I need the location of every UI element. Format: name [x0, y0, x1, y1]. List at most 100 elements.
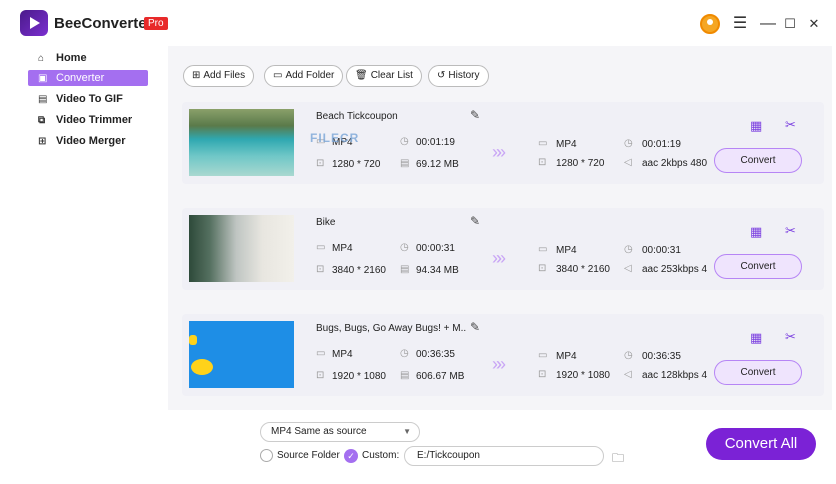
- filesize-icon: ▤: [400, 158, 410, 169]
- scissors-icon[interactable]: ✂: [785, 329, 796, 345]
- sidebar-item-home[interactable]: ⌂ Home: [28, 50, 148, 66]
- settings-icon[interactable]: ▦: [750, 330, 762, 346]
- file-name: Bike: [316, 217, 336, 228]
- output-resolution: 3840 * 2160: [556, 264, 610, 275]
- output-duration: 00:36:35: [642, 351, 681, 362]
- sidebar: ⌂ Home ▣ Converter ▤ Video To GIF ⧉ Video Tr…: [0, 46, 168, 484]
- output-audio: aac 128kbps 4: [642, 370, 708, 381]
- format-icon: ▭: [538, 350, 548, 361]
- app-logo-icon: [20, 10, 48, 36]
- pro-badge: Pro: [144, 17, 168, 30]
- sidebar-item-label: Home: [56, 52, 87, 64]
- watermark: FILECR: [310, 131, 360, 145]
- source-duration: 00:36:35: [416, 349, 455, 360]
- format-icon: ▭: [538, 138, 548, 149]
- settings-icon[interactable]: ▦: [750, 224, 762, 240]
- home-icon: ⌂: [38, 53, 45, 64]
- convert-arrow-icon: »»: [492, 248, 506, 268]
- convert-button[interactable]: Convert: [714, 254, 802, 279]
- edit-icon[interactable]: ✎: [470, 320, 480, 334]
- folder-icon[interactable]: 🗀: [612, 449, 624, 470]
- clear-list-button[interactable]: 🗑 Clear List: [346, 65, 422, 87]
- output-format: MP4: [556, 139, 577, 150]
- merge-icon: ⊞: [38, 136, 47, 147]
- sidebar-item-video-merger[interactable]: ⊞ Video Merger: [28, 133, 148, 149]
- sidebar-item-label: Video To GIF: [56, 93, 123, 105]
- convert-arrow-icon: »»: [492, 142, 506, 162]
- clock-icon: ◷: [400, 136, 409, 147]
- edit-icon[interactable]: ✎: [470, 214, 480, 228]
- source-size: 94.34 MB: [416, 265, 459, 276]
- maximize-icon[interactable]: ☐: [780, 14, 800, 34]
- chevron-down-icon: ▼: [403, 427, 411, 436]
- convert-button[interactable]: Convert: [714, 360, 802, 385]
- convert-all-button[interactable]: Convert All: [706, 428, 816, 460]
- convert-arrow-icon: »»: [492, 354, 506, 374]
- video-thumbnail[interactable]: [189, 109, 294, 176]
- output-resolution: 1920 * 1080: [556, 370, 610, 381]
- sidebar-item-label: Converter: [56, 72, 105, 84]
- output-format-select[interactable]: MP4 Same as source ▼: [260, 422, 420, 442]
- sidebar-item-label: Video Trimmer: [56, 114, 133, 126]
- add-file-icon: ⊞: [192, 70, 201, 81]
- clock-icon: ◷: [624, 244, 633, 255]
- file-name: Bugs, Bugs, Go Away Bugs! + M...: [316, 323, 466, 334]
- output-format: MP4: [556, 245, 577, 256]
- video-thumbnail[interactable]: [189, 215, 294, 282]
- duck-icon: [189, 335, 197, 345]
- resolution-icon: ⊡: [316, 370, 325, 381]
- history-button[interactable]: ↺ History: [428, 65, 489, 87]
- add-folder-icon: ▭: [273, 70, 283, 81]
- audio-icon: ◁: [624, 263, 632, 274]
- source-duration: 00:01:19: [416, 137, 455, 148]
- clear-list-label: Clear List: [370, 70, 413, 81]
- history-label: History: [448, 70, 480, 81]
- sidebar-item-converter[interactable]: ▣ Converter: [28, 70, 148, 86]
- scissors-icon[interactable]: ✂: [785, 223, 796, 239]
- file-card: Bike ✎ ▭ MP4 ◷ 00:00:31 ⊡ 3840 * 2160 ▤ …: [182, 208, 824, 290]
- output-resolution: 1280 * 720: [556, 158, 605, 169]
- source-resolution: 1920 * 1080: [332, 371, 386, 382]
- close-icon[interactable]: ✕: [804, 14, 824, 34]
- source-size: 69.12 MB: [416, 159, 459, 170]
- output-duration: 00:00:31: [642, 245, 681, 256]
- resolution-icon: ⊡: [538, 369, 547, 380]
- title-bar: BeeConverter Pro ☰ — ☐ ✕: [0, 0, 836, 46]
- account-icon[interactable]: [700, 14, 720, 34]
- format-icon: ▭: [316, 348, 326, 359]
- output-path-field[interactable]: E:/Tickcoupon: [404, 446, 604, 466]
- source-format: MP4: [332, 243, 353, 254]
- clock-icon: ◷: [624, 350, 633, 361]
- filesize-icon: ▤: [400, 370, 410, 381]
- add-files-button[interactable]: ⊞ Add Files: [183, 65, 255, 87]
- resolution-icon: ⊡: [316, 264, 325, 275]
- menu-icon[interactable]: ☰: [730, 14, 750, 34]
- settings-icon[interactable]: ▦: [750, 118, 762, 134]
- resolution-icon: ⊡: [538, 263, 547, 274]
- edit-icon[interactable]: ✎: [470, 108, 480, 122]
- trim-icon: ⧉: [38, 115, 46, 126]
- output-duration: 00:01:19: [642, 139, 681, 150]
- source-format: MP4: [332, 349, 353, 360]
- minimize-icon[interactable]: —: [758, 14, 778, 34]
- clock-icon: ◷: [624, 138, 633, 149]
- sidebar-item-video-to-gif[interactable]: ▤ Video To GIF: [28, 91, 148, 107]
- add-folder-button[interactable]: ▭ Add Folder: [264, 65, 344, 87]
- convert-button[interactable]: Convert: [714, 148, 802, 173]
- clock-icon: ◷: [400, 348, 409, 359]
- source-folder-radio[interactable]: [260, 449, 273, 462]
- custom-radio[interactable]: ✓: [344, 449, 358, 463]
- resolution-icon: ⊡: [316, 158, 325, 169]
- sidebar-item-video-trimmer[interactable]: ⧉ Video Trimmer: [28, 112, 148, 128]
- video-thumbnail[interactable]: [189, 321, 294, 388]
- audio-icon: ◁: [624, 369, 632, 380]
- duck-icon: [191, 359, 213, 375]
- scissors-icon[interactable]: ✂: [785, 117, 796, 133]
- source-resolution: 1280 * 720: [332, 159, 381, 170]
- format-icon: ▭: [538, 244, 548, 255]
- trash-icon: 🗑: [355, 70, 368, 81]
- add-folder-label: Add Folder: [285, 70, 335, 81]
- file-card: Bugs, Bugs, Go Away Bugs! + M... ✎ ▭ MP4…: [182, 314, 824, 396]
- output-audio: aac 2kbps 480: [642, 158, 708, 169]
- converter-icon: ▣: [38, 73, 48, 84]
